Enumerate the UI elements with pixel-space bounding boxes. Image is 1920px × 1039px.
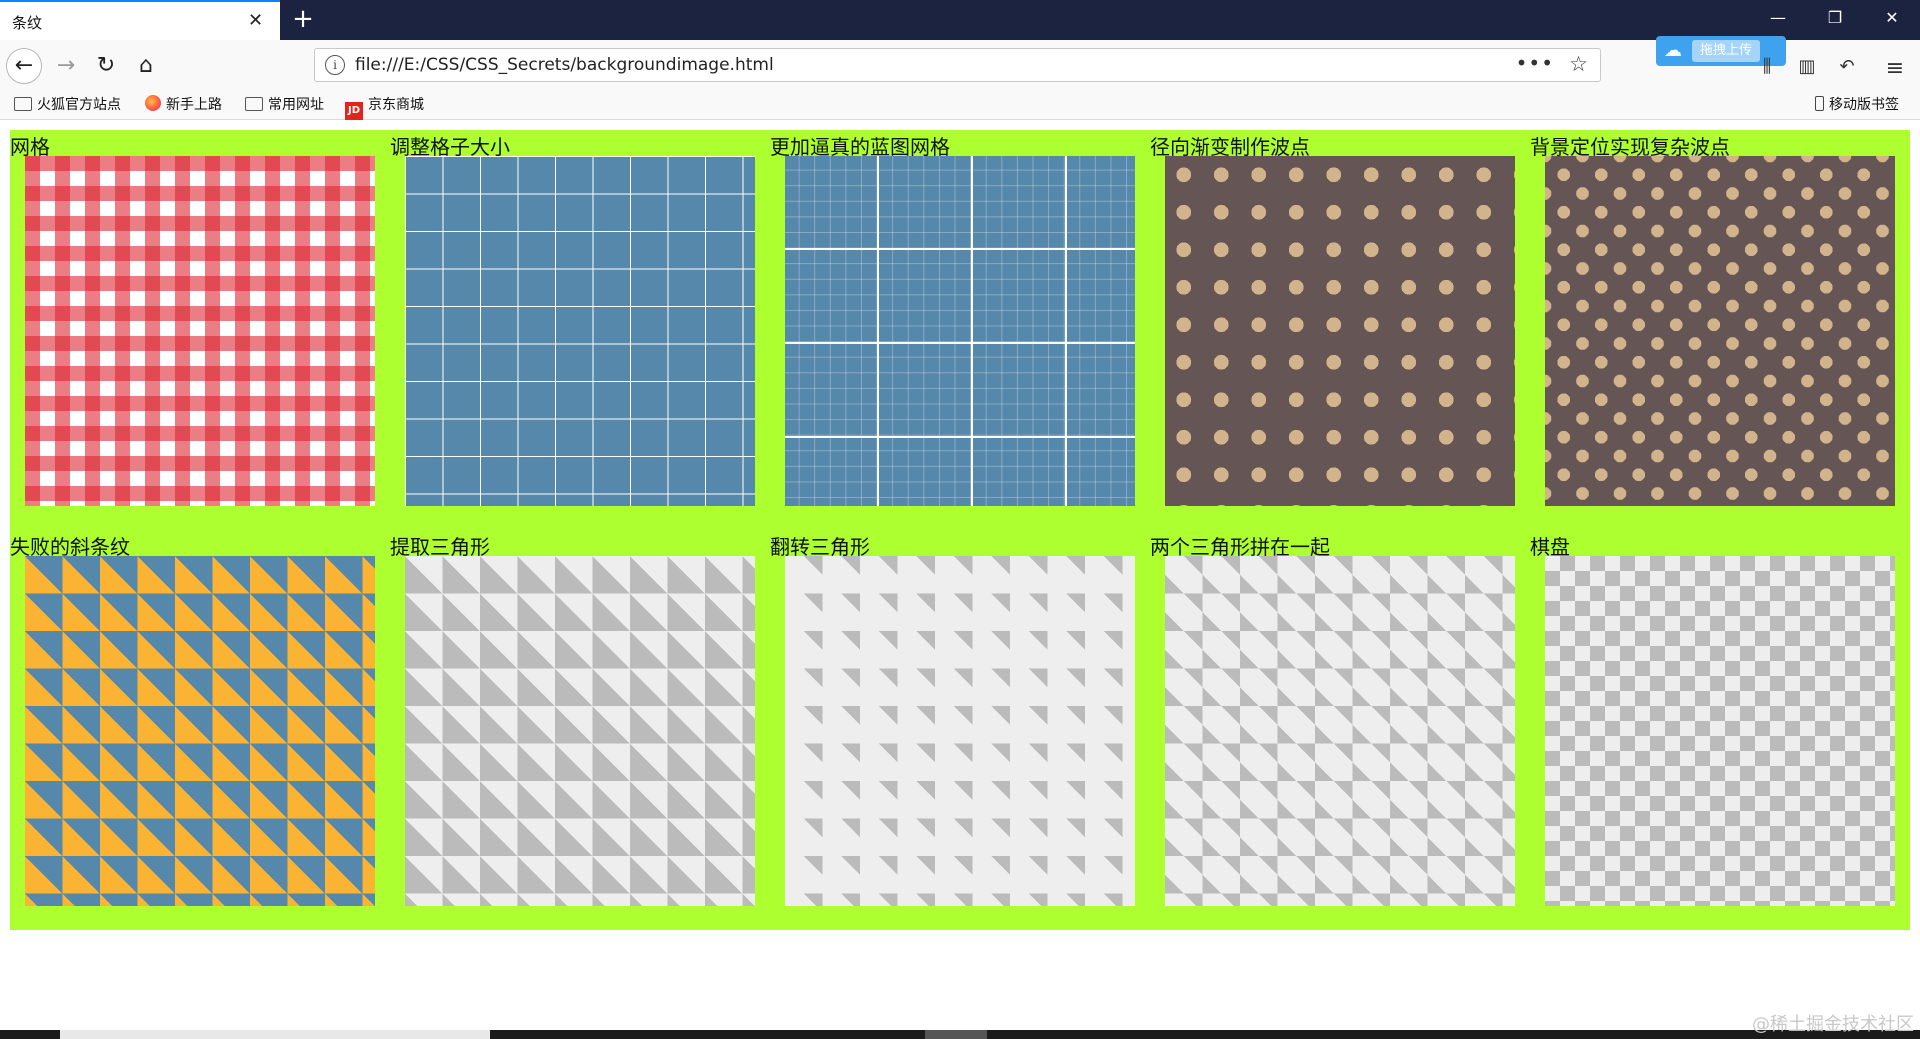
pattern-gallery: 网格 调整格子大小 更加逼真的蓝图网格 径向渐变制作波点 背景定位实现复杂波点 … (10, 130, 1910, 930)
folder-icon (245, 97, 263, 111)
library-icon[interactable]: ⫼ (1754, 56, 1780, 80)
mobile-icon (1815, 96, 1824, 111)
pattern-card: 背景定位实现复杂波点 (1530, 130, 1910, 530)
bookmarks-toolbar: 火狐官方站点 新手上路 常用网址 JD 京东商城 移动版书签 (0, 90, 1920, 120)
flipped-triangles-swatch (785, 556, 1135, 906)
pattern-card: 调整格子大小 (390, 130, 770, 530)
sidebar-icon[interactable]: ▥ (1794, 56, 1820, 80)
tab-title: 条纹 (12, 14, 43, 32)
bookmark-label: 京东商城 (368, 97, 424, 113)
page-actions-button[interactable]: ••• (1516, 51, 1554, 75)
menu-icon[interactable]: ≡ (1882, 56, 1908, 81)
tab-active[interactable]: 条纹 ✕ (0, 0, 280, 40)
minimize-icon[interactable]: — (1758, 8, 1798, 27)
url-bar[interactable]: i file:///E:/CSS/CSS_Secrets/backgroundi… (314, 48, 1601, 82)
home-button[interactable]: ⌂ (130, 50, 162, 82)
taskbar-window-item[interactable] (60, 1030, 490, 1039)
cloud-upload-label: 拖拽上传 (1692, 40, 1761, 62)
close-window-icon[interactable]: ✕ (1872, 8, 1912, 27)
bookmark-star-icon[interactable]: ☆ (1569, 52, 1588, 76)
pattern-card: 更加逼真的蓝图网格 (770, 130, 1150, 530)
grid-swatch (405, 156, 755, 506)
new-tab-button[interactable]: + (288, 4, 318, 34)
pattern-card: 失败的斜条纹 (10, 530, 390, 930)
bookmark-label: 新手上路 (166, 97, 222, 113)
bookmark-item[interactable]: 常用网址 (245, 95, 324, 115)
undo-icon[interactable]: ↶ (1834, 56, 1860, 80)
restore-icon[interactable]: ❐ (1815, 8, 1855, 27)
reload-button[interactable]: ↻ (90, 50, 122, 82)
gingham-swatch (25, 156, 375, 506)
bookmark-item[interactable]: 火狐官方站点 (14, 95, 121, 115)
back-button[interactable]: ← (6, 48, 42, 84)
polka-dots-swatch (1165, 156, 1515, 506)
bookmark-item[interactable]: 新手上路 (145, 95, 222, 115)
mobile-bookmarks[interactable]: 移动版书签 (1815, 95, 1899, 115)
title-bar: 条纹 ✕ + — ❐ ✕ (0, 0, 1920, 40)
watermark: @稀土掘金技术社区 (1752, 1014, 1914, 1035)
mobile-bookmarks-label: 移动版书签 (1829, 97, 1899, 113)
info-icon[interactable]: i (325, 55, 345, 75)
bookmark-label: 常用网址 (268, 97, 324, 113)
pattern-card: 提取三角形 (390, 530, 770, 930)
folder-icon (14, 97, 32, 111)
tab-close-icon[interactable]: ✕ (248, 10, 263, 31)
pattern-card: 翻转三角形 (770, 530, 1150, 930)
taskbar-window-item[interactable] (925, 1030, 987, 1039)
bookmark-item[interactable]: JD 京东商城 (345, 95, 424, 120)
joined-triangles-swatch (1165, 556, 1515, 906)
pattern-card: 网格 (10, 130, 390, 530)
url-text[interactable]: file:///E:/CSS/CSS_Secrets/backgroundima… (355, 55, 774, 75)
cloud-icon: ☁ (1664, 40, 1682, 61)
firefox-icon (145, 95, 161, 111)
navigation-toolbar: ← → ↻ ⌂ i file:///E:/CSS/CSS_Secrets/bac… (0, 40, 1920, 90)
pattern-card: 棋盘 (1530, 530, 1910, 930)
jd-icon: JD (345, 102, 363, 120)
triangles-swatch (405, 556, 755, 906)
pattern-card: 径向渐变制作波点 (1150, 130, 1530, 530)
bookmark-label: 火狐官方站点 (37, 97, 121, 113)
blueprint-swatch (785, 156, 1135, 506)
offset-polka-dots-swatch (1545, 156, 1895, 506)
forward-button[interactable]: → (50, 50, 82, 82)
failed-diagonal-stripes-swatch (25, 556, 375, 906)
checkerboard-swatch (1545, 556, 1895, 906)
pattern-card: 两个三角形拼在一起 (1150, 530, 1530, 930)
